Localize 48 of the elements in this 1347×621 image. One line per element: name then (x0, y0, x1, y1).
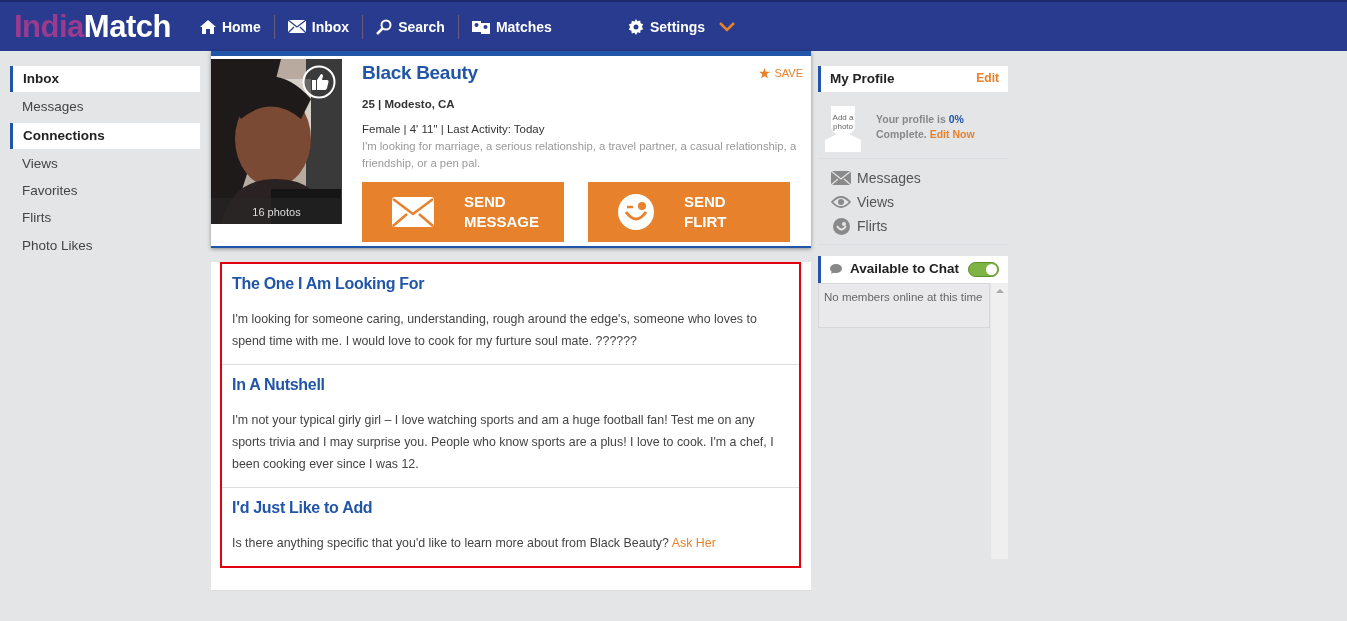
home-icon (199, 19, 216, 34)
profile-link[interactable]: Messages (831, 166, 995, 191)
envelope-icon (392, 196, 434, 227)
settings-icon (627, 18, 644, 35)
sidebar-link[interactable]: Favorites (10, 179, 200, 204)
thumbs-up-icon[interactable] (302, 65, 336, 99)
chat-toggle[interactable] (968, 261, 999, 277)
panel-heading: Available to Chat (850, 260, 960, 279)
sidebar-heading[interactable]: Connections (10, 122, 200, 149)
section-text: I'm not your typical girly girl – I love watching sports and am a huge football fan! Test me on any sports trivia and I may surprise you. People who know sports are a plus! I love to cook. I'm a chef, I been cooking ever since I was 12. (232, 412, 775, 474)
photo-count[interactable]: 16 photos (211, 197, 342, 224)
nav-link[interactable]: Home (186, 15, 274, 38)
sidebar-heading[interactable]: Inbox (10, 66, 200, 93)
chevron-down-icon[interactable] (719, 21, 736, 32)
envelope-icon (287, 20, 306, 33)
section-heading: I'd Just Like to Add (232, 498, 374, 519)
star-icon (759, 67, 771, 79)
sidebar-link[interactable]: Messages (10, 95, 200, 120)
section-heading: In A Nutshell (232, 375, 326, 396)
eye-icon (831, 196, 851, 209)
scrollbar[interactable] (991, 282, 1008, 559)
section-text: I'm looking for someone caring, understanding, rough around the edge's, someone who loves to spend time with me. I would love to cook for my furture soul mate. ?????? (232, 311, 758, 351)
profile-details: Female | 4' 11" | Last Activity: Today (362, 121, 546, 137)
cards-icon (471, 19, 490, 34)
nav-link[interactable]: Inbox (274, 15, 363, 38)
profile-status: Your profile is 0% Complete. Edit Now (876, 111, 975, 143)
winking-smiley-icon (618, 193, 654, 230)
envelope-icon (831, 171, 851, 186)
looking-for-text: I'm looking for marriage, a serious relationship, a travel partner, a casual relationship, a friendship, or a pen pal. (362, 139, 798, 171)
section-text: Is there anything specific that you'd like to learn more about from Black Beauty? Ask Her (232, 535, 717, 553)
smiley-icon (832, 217, 850, 235)
sidebar-link[interactable]: Flirts (10, 206, 200, 231)
chat-empty-message: No members online at this time (818, 282, 990, 328)
panel-heading: My Profile (830, 70, 895, 88)
nav-link[interactable]: Search (363, 15, 458, 38)
profile-link[interactable]: Flirts (831, 214, 995, 239)
logo[interactable]: IndiaMatch (14, 8, 171, 45)
sidebar-link[interactable]: Photo Likes (10, 233, 200, 258)
section-heading: The One I Am Looking For (232, 274, 426, 294)
speech-bubble-icon (830, 264, 842, 275)
profile-link[interactable]: Views (831, 190, 995, 215)
search-icon (376, 18, 393, 35)
age-location: 25 | Modesto, CA (362, 96, 456, 112)
sidebar-link[interactable]: Views (10, 151, 200, 176)
nav-link[interactable]: Matches (458, 15, 565, 38)
nav-link[interactable]: Settings (614, 15, 749, 38)
scroll-up-icon[interactable] (995, 286, 1004, 295)
profile-name: Black Beauty (362, 61, 478, 85)
